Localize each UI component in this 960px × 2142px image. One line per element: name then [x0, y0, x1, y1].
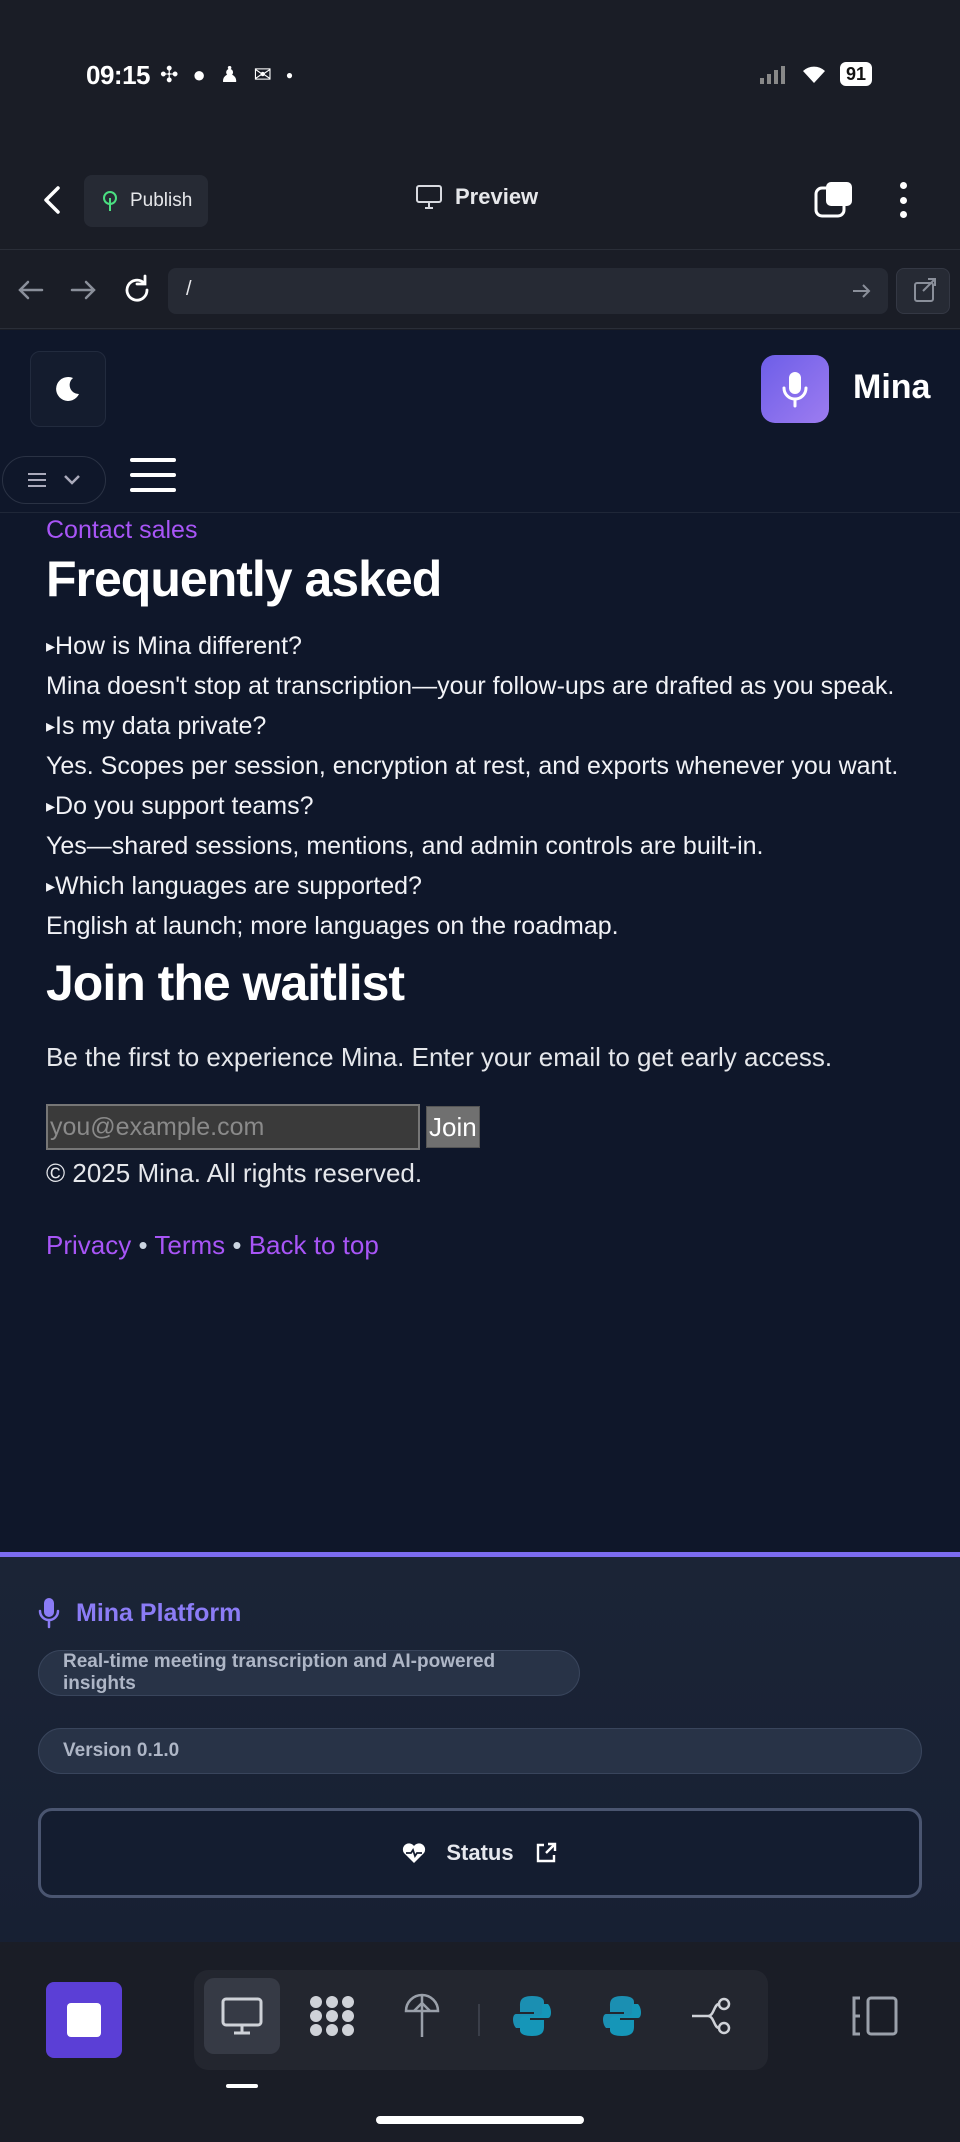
privacy-link[interactable]: Privacy [46, 1230, 131, 1260]
platform-title-text: Mina Platform [76, 1598, 242, 1627]
faq-list: How is Mina different? Mina doesn't stop… [46, 626, 926, 946]
main-content: Contact sales Frequently asked How is Mi… [46, 514, 926, 1262]
tool-separator [478, 2004, 480, 2036]
stop-icon [67, 2003, 101, 2037]
wifi-icon [802, 66, 825, 83]
version-badge: Version 0.1.0 [38, 1728, 922, 1774]
status-label: Status [446, 1840, 514, 1865]
faq-title: Frequently asked [46, 551, 442, 607]
python-icon[interactable] [494, 1978, 570, 2054]
brand-name[interactable]: Mina [853, 368, 930, 407]
app-bar: Publish Preview [0, 150, 960, 250]
publish-button[interactable]: Publish [84, 175, 209, 227]
publish-label: Publish [130, 190, 193, 211]
publish-icon [103, 191, 117, 211]
footer-links: Privacy • Terms • Back to top [46, 1228, 926, 1262]
monitor-icon [416, 185, 442, 209]
open-external-button[interactable] [896, 268, 950, 314]
theme-toggle-button[interactable] [30, 351, 106, 427]
copyright-text: © 2025 Mina. All rights reserved. [46, 1158, 423, 1188]
slack-icon: ✣ [160, 62, 179, 87]
hamburger-menu-icon[interactable] [130, 458, 176, 492]
back-to-top-link[interactable]: Back to top [249, 1230, 379, 1260]
active-tool-indicator [226, 2084, 258, 2088]
back-icon[interactable] [36, 182, 72, 218]
faq-question[interactable]: Which languages are supported? [46, 866, 926, 906]
deploy-icon[interactable] [384, 1978, 460, 2054]
platform-footer: Mina Platform Real-time meeting transcri… [0, 1552, 960, 1942]
terms-link[interactable]: Terms [154, 1230, 225, 1260]
status-button[interactable]: Status [38, 1808, 922, 1898]
bottom-dock [0, 1942, 960, 2142]
system-icons: 91 [759, 62, 872, 86]
nav-dropdown[interactable] [2, 456, 106, 504]
side-panel-icon[interactable] [850, 1994, 900, 2038]
divider [0, 512, 960, 513]
mail-icon: ✉ [253, 62, 272, 87]
tool-bar [194, 1970, 768, 2070]
battery-indicator: 91 [839, 62, 872, 86]
url-text: / [186, 278, 192, 300]
microphone-icon [38, 1598, 60, 1629]
list-icon [28, 473, 46, 487]
chat-icon: ● [192, 62, 206, 87]
status-bar: 09:15 ✣ ● ♟ ✉ ● 91 [0, 0, 960, 150]
link-separator: • [138, 1230, 148, 1260]
join-button[interactable]: Join [426, 1106, 480, 1148]
preview-toggle[interactable]: Preview [415, 184, 538, 210]
external-link-icon [536, 1842, 556, 1863]
faq-answer: Yes—shared sessions, mentions, and admin… [46, 832, 764, 860]
home-indicator[interactable] [376, 2116, 584, 2124]
external-link-icon [914, 278, 936, 302]
waitlist-description: Be the first to experience Mina. Enter y… [46, 1042, 833, 1072]
nodes-icon[interactable] [294, 1978, 370, 2054]
platform-title: Mina Platform [38, 1597, 241, 1629]
nav-forward-icon[interactable] [66, 273, 100, 307]
faq-question[interactable]: Do you support teams? [46, 786, 926, 826]
python-icon[interactable] [584, 1978, 660, 2054]
tabs-icon[interactable] [814, 180, 854, 220]
faq-question[interactable]: Is my data private? [46, 706, 926, 746]
url-input[interactable]: / [168, 268, 888, 314]
git-branch-icon[interactable] [674, 1978, 750, 2054]
moon-icon [56, 376, 79, 401]
waitlist-title: Join the waitlist [46, 955, 405, 1011]
nav-back-icon[interactable] [14, 273, 48, 307]
heart-pulse-icon [403, 1843, 426, 1863]
desktop-icon[interactable] [204, 1978, 280, 2054]
faq-answer: English at launch; more languages on the… [46, 912, 619, 940]
brand-logo[interactable] [761, 355, 829, 423]
snapchat-icon: ♟ [219, 62, 240, 87]
chevron-down-icon [64, 475, 80, 485]
contact-sales-link[interactable]: Contact sales [46, 514, 926, 546]
dot-icon: ● [285, 68, 294, 82]
more-menu-icon[interactable] [888, 178, 918, 222]
preview-label: Preview [455, 184, 539, 209]
faq-answer: Yes. Scopes per session, encryption at r… [46, 752, 899, 780]
go-arrow-icon[interactable] [850, 280, 872, 302]
microphone-icon [782, 372, 808, 408]
signal-icon [759, 66, 785, 84]
waitlist-form: Join [46, 1104, 926, 1150]
link-separator: • [232, 1230, 242, 1260]
faq-answer: Mina doesn't stop at transcription—your … [46, 672, 895, 700]
status-time: 09:15 [86, 60, 151, 90]
faq-question[interactable]: How is Mina different? [46, 626, 926, 666]
reload-icon[interactable] [120, 273, 154, 307]
stop-button[interactable] [46, 1982, 122, 2058]
preview-page: Mina Contact sales Frequently asked How … [0, 330, 960, 1552]
browser-nav-bar: / [0, 251, 960, 329]
platform-description: Real-time meeting transcription and AI-p… [38, 1650, 580, 1696]
email-field[interactable] [46, 1104, 420, 1150]
notification-icons: ✣ ● ♟ ✉ ● [160, 62, 293, 88]
